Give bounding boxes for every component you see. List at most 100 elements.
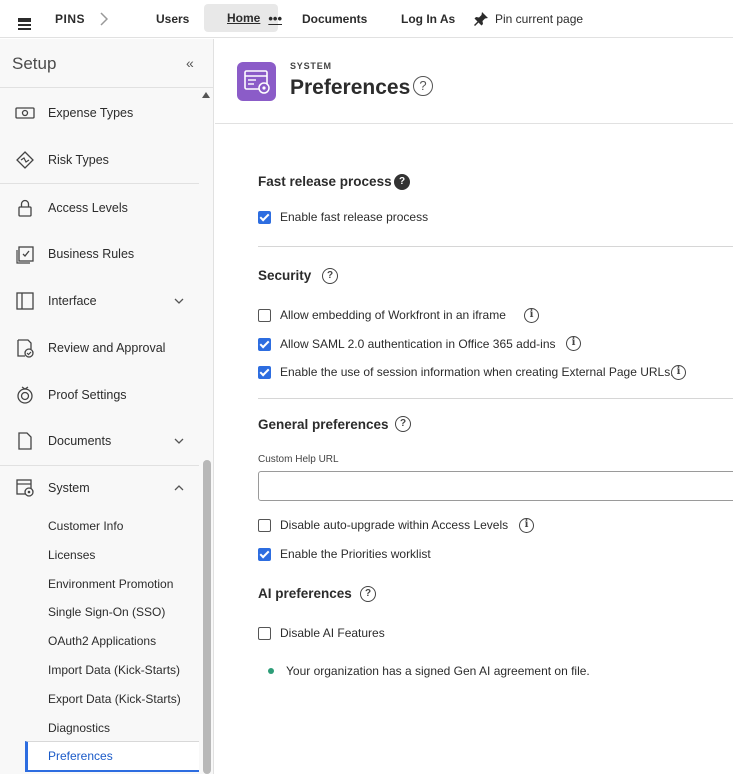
sidebar-title: Setup xyxy=(12,54,57,73)
help-icon[interactable]: ? xyxy=(322,268,338,284)
status-dot-icon xyxy=(268,668,274,674)
chevron-up-icon[interactable] xyxy=(174,483,184,494)
option-allow-saml-office365[interactable]: Allow SAML 2.0 authentication in Office … xyxy=(258,336,556,352)
page-title: Preferences xyxy=(290,76,411,99)
sidebar-subitem-label: Single Sign-On (SSO) xyxy=(48,605,166,619)
sidebar-item-label: Expense Types xyxy=(48,106,134,120)
sidebar-item-documents[interactable]: Documents xyxy=(0,421,199,461)
checklist-icon xyxy=(16,246,34,264)
checkbox-unchecked[interactable] xyxy=(258,518,271,532)
sidebar-subitem-label: Import Data (Kick-Starts) xyxy=(48,663,181,677)
checkbox-checked[interactable] xyxy=(258,547,271,561)
more-options-icon[interactable]: ••• xyxy=(268,11,282,26)
sidebar-item-review-and-approval[interactable]: Review and Approval xyxy=(0,328,199,368)
risk-icon xyxy=(16,151,34,169)
main-content: SYSTEM Preferences ? Fast release proces… xyxy=(215,39,733,774)
option-label: Enable the use of session information wh… xyxy=(280,365,674,379)
sidebar-item-access-levels[interactable]: Access Levels xyxy=(0,188,199,228)
sidebar-item-system[interactable]: System xyxy=(0,468,199,508)
ai-agreement-status: Your organization has a signed Gen AI ag… xyxy=(268,664,590,678)
help-icon[interactable]: ? xyxy=(395,416,411,432)
help-icon[interactable]: ? xyxy=(360,586,376,602)
sidebar-subitem-preferences[interactable]: Preferences xyxy=(25,741,199,772)
option-enable-fast-release[interactable]: Enable fast release process xyxy=(258,209,428,225)
info-icon[interactable]: i xyxy=(671,365,686,380)
option-session-info-external-urls[interactable]: Enable the use of session information wh… xyxy=(258,364,674,380)
chevron-right-icon xyxy=(100,0,108,38)
sidebar-item-label: Interface xyxy=(48,294,97,308)
sidebar-subitem-label: Customer Info xyxy=(48,519,124,533)
custom-help-url-input[interactable] xyxy=(258,471,733,501)
pins-label: PINS xyxy=(55,12,86,26)
sidebar-item-interface[interactable]: Interface xyxy=(0,281,199,321)
document-approval-icon xyxy=(17,339,34,358)
sidebar-subitem-import-data[interactable]: Import Data (Kick-Starts) xyxy=(0,657,199,683)
sidebar-item-expense-types[interactable]: Expense Types xyxy=(0,93,199,133)
pin-current-page-label: Pin current page xyxy=(495,12,584,26)
section-title-general-preferences: General preferences xyxy=(258,417,389,432)
scrollbar-thumb[interactable] xyxy=(203,460,211,774)
sidebar-subitem-label: Environment Promotion xyxy=(48,577,174,591)
page-kicker: SYSTEM xyxy=(290,61,332,71)
sidebar-item-label: Proof Settings xyxy=(48,388,127,402)
status-text: Your organization has a signed Gen AI ag… xyxy=(286,664,590,678)
checkbox-unchecked[interactable] xyxy=(258,626,271,640)
hamburger-menu-icon[interactable] xyxy=(18,0,36,38)
section-title-ai-preferences: AI preferences xyxy=(258,586,352,601)
option-label: Allow embedding of Workfront in an ifram… xyxy=(280,308,506,322)
option-allow-iframe-embedding[interactable]: Allow embedding of Workfront in an ifram… xyxy=(258,307,506,323)
sidebar-subitem-diagnostics[interactable]: Diagnostics xyxy=(0,715,199,741)
divider xyxy=(258,398,733,399)
sidebar-subitem-oauth2-applications[interactable]: OAuth2 Applications xyxy=(0,628,199,654)
checkbox-checked[interactable] xyxy=(258,210,271,224)
pin-tab-documents[interactable]: Documents xyxy=(302,0,367,38)
option-label: Allow SAML 2.0 authentication in Office … xyxy=(280,337,556,351)
sidebar-item-risk-types[interactable]: Risk Types xyxy=(0,140,199,180)
setup-sidebar: Setup « Expense Types Risk Types Access … xyxy=(0,39,214,774)
sidebar-item-proof-settings[interactable]: Proof Settings xyxy=(0,375,199,415)
checkbox-unchecked[interactable] xyxy=(258,308,271,322)
option-label: Enable fast release process xyxy=(280,210,429,224)
sidebar-subitem-environment-promotion[interactable]: Environment Promotion xyxy=(0,571,199,597)
option-disable-ai-features[interactable]: Disable AI Features xyxy=(258,625,385,641)
divider xyxy=(0,183,199,184)
info-icon[interactable]: i xyxy=(524,308,539,323)
option-enable-priorities-worklist[interactable]: Enable the Priorities worklist xyxy=(258,546,431,562)
sidebar-item-label: Documents xyxy=(48,434,112,448)
sidebar-item-business-rules[interactable]: Business Rules xyxy=(0,234,199,274)
sidebar-subitem-sso[interactable]: Single Sign-On (SSO) xyxy=(0,599,199,625)
help-icon[interactable]: ? xyxy=(413,76,433,96)
collapse-sidebar-icon[interactable]: « xyxy=(186,55,194,71)
option-label: Disable AI Features xyxy=(280,626,385,640)
pin-icon xyxy=(474,12,488,26)
sidebar-item-label: Risk Types xyxy=(48,153,109,167)
page-header: SYSTEM Preferences ? xyxy=(215,39,733,124)
section-title-security: Security xyxy=(258,268,312,283)
document-icon xyxy=(18,432,32,450)
sidebar-item-label: System xyxy=(48,481,90,495)
sidebar-subitem-export-data[interactable]: Export Data (Kick-Starts) xyxy=(0,686,199,712)
info-icon[interactable]: i xyxy=(519,518,534,533)
sidebar-scrollbar[interactable] xyxy=(201,88,211,774)
chevron-down-icon[interactable] xyxy=(174,296,184,307)
sidebar-header: Setup « xyxy=(0,39,213,88)
info-icon[interactable]: i xyxy=(566,336,581,351)
pin-tab-log-in-as[interactable]: Log In As xyxy=(401,0,455,38)
option-disable-auto-upgrade[interactable]: Disable auto-upgrade within Access Level… xyxy=(258,517,508,533)
layout-icon xyxy=(16,292,34,310)
pin-current-page-button[interactable]: Pin current page xyxy=(473,0,583,38)
scroll-up-arrow-icon[interactable] xyxy=(202,92,210,98)
lock-icon xyxy=(18,199,32,217)
divider xyxy=(258,246,733,247)
help-icon[interactable]: ? xyxy=(394,174,410,190)
sidebar-subitem-label: Diagnostics xyxy=(48,721,111,735)
chevron-down-icon[interactable] xyxy=(174,436,184,447)
checkbox-checked[interactable] xyxy=(258,365,271,379)
sidebar-subitem-licenses[interactable]: Licenses xyxy=(0,542,199,568)
custom-help-url-label: Custom Help URL xyxy=(258,454,339,465)
pin-tab-home[interactable]: Home ••• xyxy=(204,4,282,32)
checkbox-checked[interactable] xyxy=(258,337,271,351)
sidebar-item-label: Review and Approval xyxy=(48,341,166,355)
pin-tab-users[interactable]: Users xyxy=(156,0,189,38)
sidebar-subitem-customer-info[interactable]: Customer Info xyxy=(0,513,199,539)
